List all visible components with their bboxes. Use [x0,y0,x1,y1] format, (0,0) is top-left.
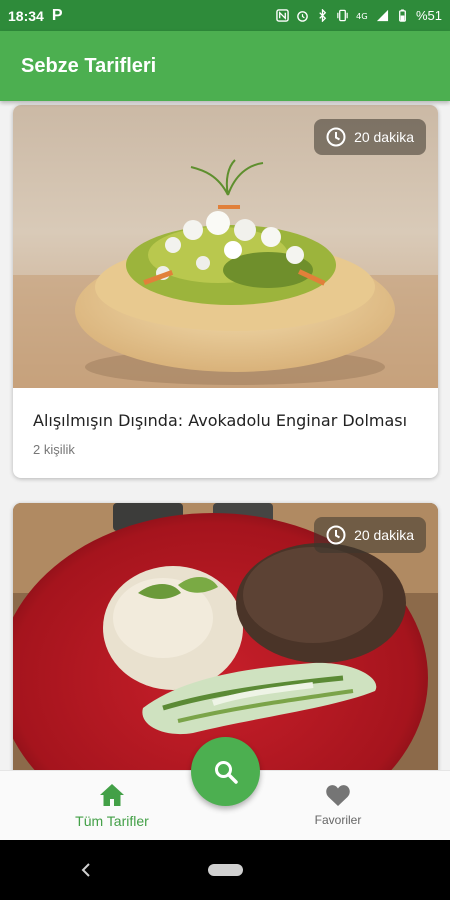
lte-icon: 4G [356,11,368,21]
bluetooth-icon [319,9,327,22]
nav-item-favorites[interactable]: Favoriler [278,783,398,827]
recipe-image: 20 dakika [13,105,438,388]
clock-icon [326,127,346,147]
recipe-card[interactable]: 20 dakika Alışılmışın Dışında: Avokadolu… [13,105,438,478]
status-time: 18:34 [8,7,44,24]
home-pill[interactable] [208,864,243,876]
recipe-list[interactable]: 20 dakika Alışılmışın Dışında: Avokadolu… [0,101,450,770]
home-icon [100,784,124,806]
recipe-title: Alışılmışın Dışında: Avokadolu Enginar D… [33,411,408,430]
heart-icon [326,785,350,806]
svg-text:4G: 4G [356,11,368,21]
nav-label: Tüm Tarifler [75,813,149,829]
status-bar: 18:34 P 4G %51 [0,0,450,31]
page-title: Sebze Tarifleri [21,54,157,77]
system-navigation-bar [0,840,450,900]
app-bar: Sebze Tarifleri [0,31,450,101]
battery-percent: %51 [415,8,442,23]
search-button[interactable] [191,737,260,806]
recipe-image: 20 dakika [13,503,438,770]
app-indicator-icon: P [51,6,63,24]
nav-item-all-recipes[interactable]: Tüm Tarifler [52,783,172,829]
nav-label: Favoriler [314,813,362,827]
vibrate-icon [337,9,348,22]
back-icon[interactable] [78,862,94,878]
clock-icon [326,525,346,545]
battery-icon [399,9,406,22]
time-label: 20 dakika [354,129,414,145]
time-badge: 20 dakika [314,517,426,553]
time-label: 20 dakika [354,527,414,543]
signal-icon [376,9,389,22]
time-badge: 20 dakika [314,119,426,155]
status-icons: 4G %51 [276,8,442,23]
alarm-icon [297,11,308,22]
recipe-servings: 2 kişilik [33,442,75,457]
nfc-icon [276,9,289,22]
card-body: Alışılmışın Dışında: Avokadolu Enginar D… [13,388,438,457]
recipe-card[interactable]: 20 dakika [13,503,438,770]
search-icon [214,760,238,784]
